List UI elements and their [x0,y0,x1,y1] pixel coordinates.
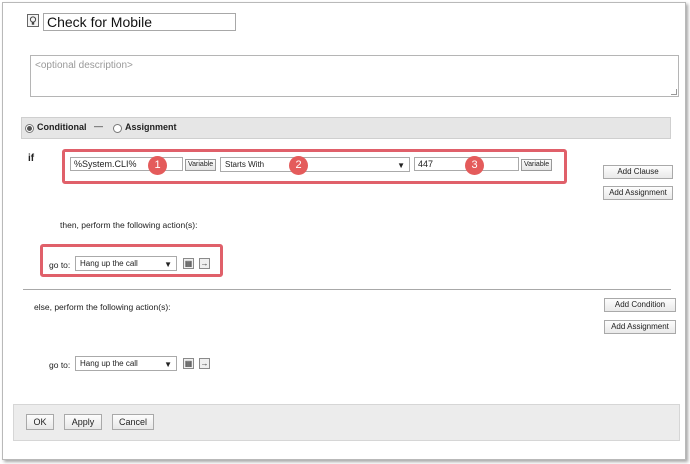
bulb-icon [27,14,39,27]
step-badge-2: 2 [289,156,308,175]
apply-button[interactable]: Apply [64,414,102,430]
step-badge-3: 3 [465,156,484,175]
title-input[interactable]: Check for Mobile [43,13,236,31]
then-goto-value: Hang up the call [80,259,138,268]
edit-icon[interactable]: ▦ [183,258,194,269]
cancel-button[interactable]: Cancel [112,414,154,430]
arrow-right-icon[interactable]: → [199,358,210,369]
if-label: if [28,153,35,164]
chevron-down-icon: ▼ [164,260,172,269]
add-assignment-button[interactable]: Add Assignment [603,186,673,200]
resize-grip-icon[interactable] [671,89,677,95]
chevron-down-icon: ▼ [397,161,405,170]
operator-value: Starts With [225,160,265,169]
section-divider [23,289,671,290]
mode-bar: Conditional — Assignment [21,117,671,139]
ok-button[interactable]: OK [26,414,54,430]
then-label: then, perform the following action(s): [60,220,198,230]
then-goto-label: go to: [49,260,71,270]
step-badge-1: 1 [148,156,167,175]
else-goto-select[interactable]: Hang up the call ▼ [75,356,177,371]
dialog-frame: Check for Mobile <optional description> … [2,2,686,460]
edit-icon[interactable]: ▦ [183,358,194,369]
conditional-radio[interactable] [25,124,34,133]
arrow-right-icon[interactable]: → [199,258,210,269]
else-goto-label: go to: [49,360,71,370]
conditional-label: Conditional [37,122,87,132]
else-label: else, perform the following action(s): [34,302,171,312]
then-goto-select[interactable]: Hang up the call ▼ [75,256,177,271]
chevron-down-icon: ▼ [164,360,172,369]
left-variable-button[interactable]: Variable [185,159,216,171]
footer-bar: OK Apply Cancel [13,404,680,441]
assignment-radio[interactable] [113,124,122,133]
operator-select[interactable]: Starts With ▼ [220,157,410,172]
assignment-label: Assignment [125,122,177,132]
else-goto-value: Hang up the call [80,359,138,368]
description-placeholder: <optional description> [35,60,133,71]
description-textarea[interactable]: <optional description> [30,55,679,97]
add-condition-button[interactable]: Add Condition [604,298,676,312]
add-clause-button[interactable]: Add Clause [603,165,673,179]
mode-separator: — [94,121,103,131]
right-variable-button[interactable]: Variable [521,159,552,171]
else-add-assignment-button[interactable]: Add Assignment [604,320,676,334]
